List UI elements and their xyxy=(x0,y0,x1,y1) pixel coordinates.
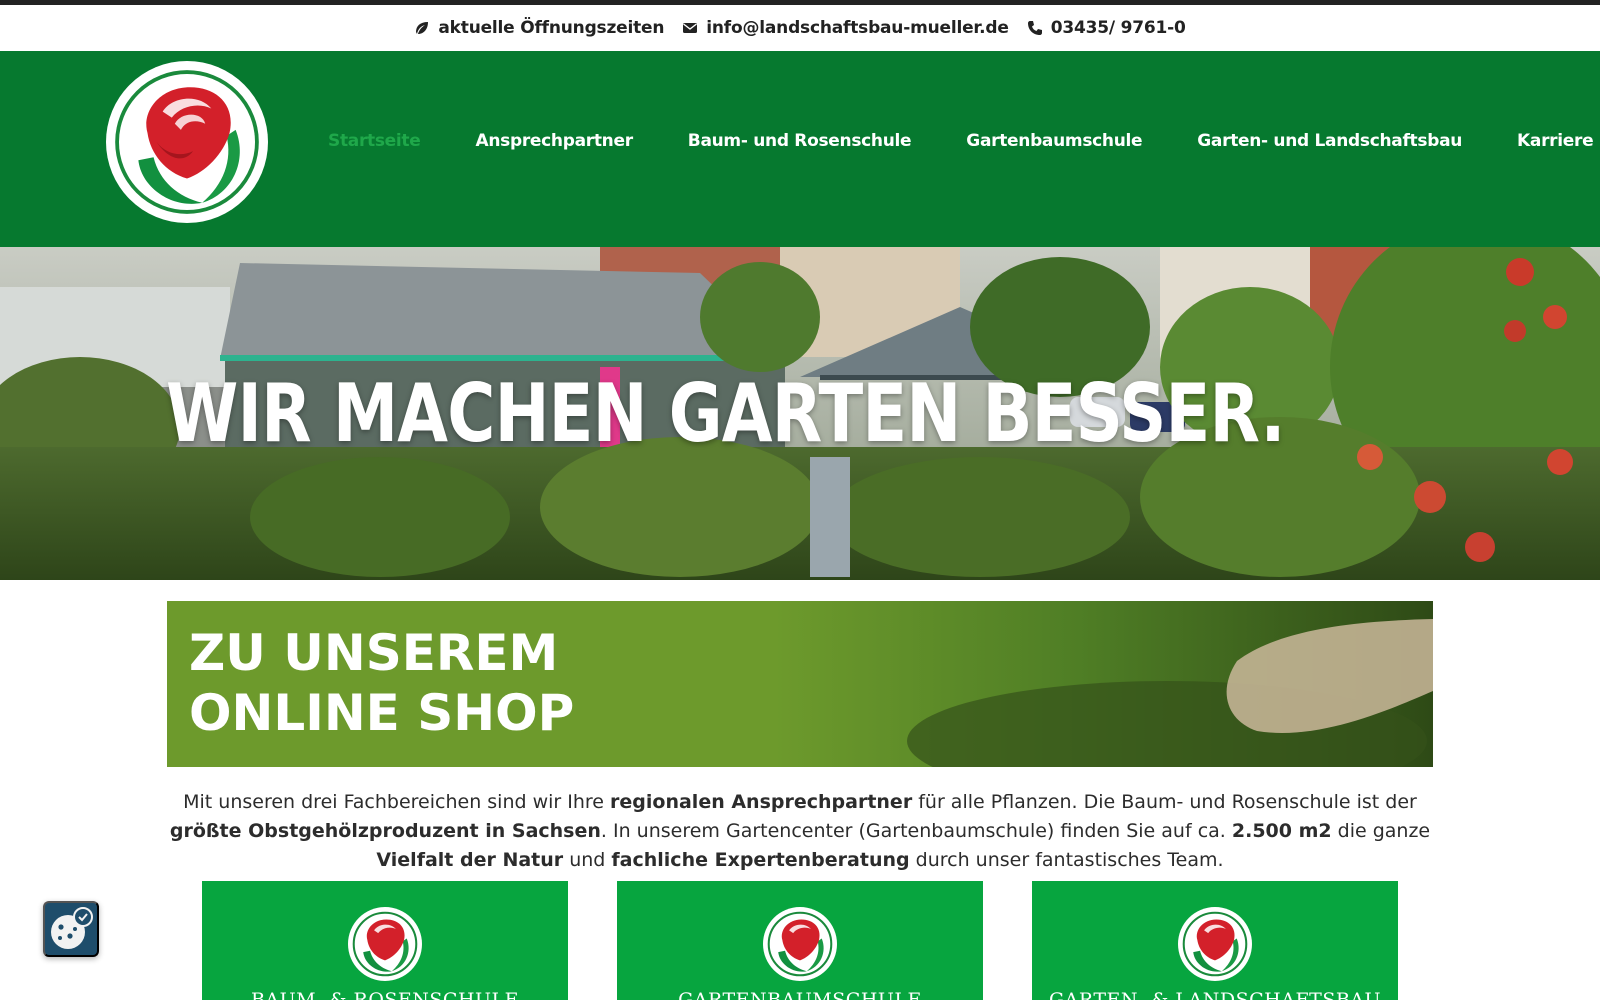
intro-bold: Vielfalt der Natur xyxy=(376,849,564,871)
nav-item-ansprechpartner[interactable]: Ansprechpartner xyxy=(475,131,633,151)
intro-bold: größte Obstgehölzproduzent in Sachsen xyxy=(169,820,601,842)
shop-banner-line-1: ZU UNSEREM xyxy=(189,624,559,682)
intro-paragraph: Mit unseren drei Fachbereichen sind wir … xyxy=(160,788,1440,875)
email-link[interactable]: info@landschaftsbau-mueller.de xyxy=(682,18,1009,38)
nav-item-garten-und-landschaftsbau[interactable]: Garten- und Landschaftsbau xyxy=(1197,131,1462,151)
card-title: GARTEN- & LANDSCHAFTSBAU xyxy=(1048,989,1382,1000)
intro-bold: regionalen Ansprechpartner xyxy=(610,791,913,813)
rose-logo-icon xyxy=(1178,907,1252,981)
phone-icon xyxy=(1027,21,1042,35)
card-gartenbaumschule[interactable]: GARTENBAUMSCHULE xyxy=(617,881,983,1000)
intro-text: und xyxy=(563,849,612,871)
shop-banner-line-2: ONLINE SHOP xyxy=(189,684,575,742)
nav-item-startseite[interactable]: Startseite xyxy=(328,131,421,151)
card-title: BAUM- & ROSENSCHULE xyxy=(250,989,520,1000)
shop-banner-text: ZU UNSEREM ONLINE SHOP xyxy=(189,623,574,743)
rose-logo-icon xyxy=(763,907,837,981)
nav-item-baum-und-rosenschule[interactable]: Baum- und Rosenschule xyxy=(688,131,912,151)
nav-item-gartenbaumschule[interactable]: Gartenbaumschule xyxy=(966,131,1142,151)
intro-bold: 2.500 m2 xyxy=(1231,820,1332,842)
main-navigation: Startseite Ansprechpartner Baum- und Ros… xyxy=(328,131,1594,151)
opening-hours-link[interactable]: aktuelle Öffnungszeiten xyxy=(414,18,664,38)
contact-topbar: aktuelle Öffnungszeiten info@landschafts… xyxy=(0,5,1600,51)
leaf-icon xyxy=(416,22,429,34)
online-shop-banner[interactable]: ZU UNSEREM ONLINE SHOP xyxy=(167,601,1433,767)
cookie-settings-icon xyxy=(51,907,93,949)
card-baum-und-rosenschule[interactable]: BAUM- & ROSENSCHULE xyxy=(202,881,568,1000)
intro-text: . In unserem Gartencenter (Gartenbaumsch… xyxy=(600,820,1232,842)
intro-text: durch unser fantastisches Team. xyxy=(909,849,1224,871)
phone-link[interactable]: 03435/ 9761-0 xyxy=(1027,18,1186,38)
opening-hours-text: aktuelle Öffnungszeiten xyxy=(438,18,665,38)
nav-item-karriere[interactable]: Karriere xyxy=(1517,131,1594,151)
rose-logo-icon xyxy=(348,907,422,981)
site-header: Startseite Ansprechpartner Baum- und Ros… xyxy=(0,51,1600,247)
hero-title: WIR MACHEN GARTEN BESSER. xyxy=(166,367,1285,460)
email-text: info@landschaftsbau-mueller.de xyxy=(706,18,1009,38)
hero-banner: WIR MACHEN GARTEN BESSER. xyxy=(0,247,1600,580)
card-garten-und-landschaftsbau[interactable]: GARTEN- & LANDSCHAFTSBAU xyxy=(1032,881,1398,1000)
card-title: GARTENBAUMSCHULE xyxy=(678,989,922,1000)
phone-text: 03435/ 9761-0 xyxy=(1050,18,1186,38)
rose-logo-icon xyxy=(114,69,260,215)
cookie-settings-button[interactable] xyxy=(43,901,99,957)
envelope-icon xyxy=(683,23,698,33)
intro-text: Mit unseren drei Fachbereichen sind wir … xyxy=(183,791,611,813)
rose-logo[interactable] xyxy=(106,61,268,223)
intro-text: für alle Pflanzen. Die Baum- und Rosensc… xyxy=(912,791,1417,813)
intro-text: die ganze xyxy=(1331,820,1431,842)
intro-bold: fachliche Expertenberatung xyxy=(611,849,910,871)
